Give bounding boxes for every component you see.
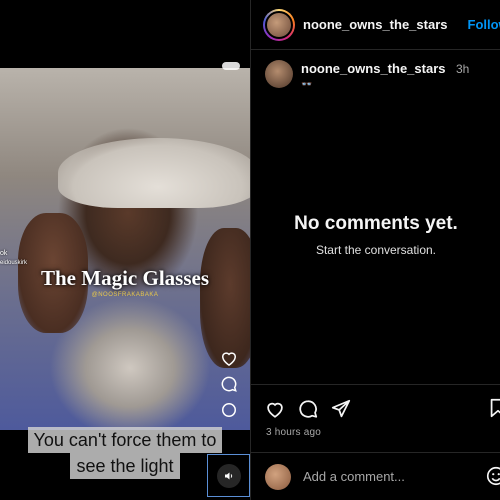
comment-icon[interactable]	[297, 398, 319, 420]
video-side-actions	[219, 348, 241, 426]
follow-button[interactable]: Follow	[468, 17, 500, 32]
speaker-icon	[216, 463, 241, 488]
header-username[interactable]: noone_owns_the_stars	[303, 17, 448, 32]
chat-bubble-icon[interactable]	[219, 400, 239, 420]
video-tag-overlay: @NOOSFRAKABAKA	[91, 292, 159, 298]
post-actions: 3 hours ago	[251, 384, 500, 438]
heart-icon[interactable]	[264, 398, 286, 420]
avatar[interactable]	[263, 8, 295, 41]
video-corner-marker	[222, 62, 240, 70]
comment-input[interactable]	[303, 469, 463, 484]
bookmark-icon[interactable]	[487, 397, 500, 419]
sound-toggle-button[interactable]	[207, 454, 250, 497]
video-side-text: ok	[0, 250, 8, 257]
media-panel: ok eidouskirk The Magic Glasses @NOOSFRA…	[0, 0, 250, 500]
video-title-overlay: The Magic Glasses	[41, 266, 209, 290]
empty-comments-title: No comments yet.	[294, 213, 458, 234]
video-frame[interactable]	[0, 68, 250, 430]
post-timestamp[interactable]: 3 hours ago	[251, 421, 500, 438]
subtitle-line-1: You can't force them to	[0, 427, 250, 453]
caption-username[interactable]: noone_owns_the_stars	[301, 61, 446, 76]
caption-text: 👓	[301, 79, 314, 89]
comment-icon[interactable]	[219, 374, 239, 394]
smiley-icon[interactable]	[485, 465, 500, 487]
caption-row: noone_owns_the_stars 3h 👓	[251, 50, 500, 90]
video-hand-right	[200, 228, 250, 368]
action-bar	[251, 385, 500, 421]
video-cap-region	[58, 138, 250, 208]
post-header: noone_owns_the_stars Follow	[251, 0, 500, 50]
caption-time: 3h	[455, 62, 470, 76]
caption-body: noone_owns_the_stars 3h 👓	[301, 60, 469, 90]
empty-comments-subtitle: Start the conversation.	[315, 243, 437, 257]
subtitle-text-2: see the light	[70, 453, 180, 479]
subtitle-text-1: You can't force them to	[27, 427, 223, 453]
add-comment-bar	[251, 452, 500, 500]
heart-icon[interactable]	[219, 348, 239, 368]
share-icon[interactable]	[330, 398, 352, 420]
empty-comments: No comments yet. Start the conversation.	[251, 213, 500, 257]
current-user-avatar	[265, 463, 291, 490]
caption-avatar[interactable]	[265, 60, 293, 88]
details-panel: noone_owns_the_stars Follow noone_owns_t…	[250, 0, 500, 500]
